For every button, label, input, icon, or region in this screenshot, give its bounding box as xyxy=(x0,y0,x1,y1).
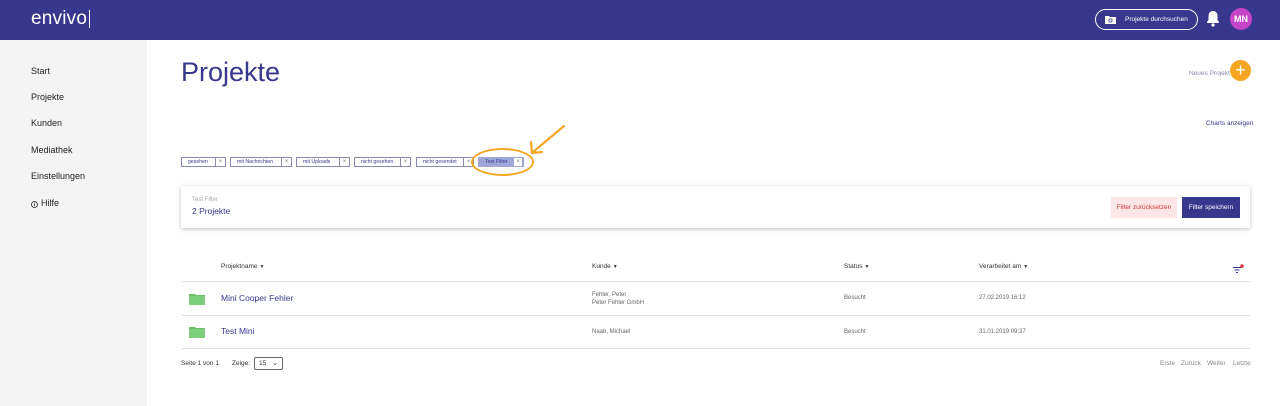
charts-link[interactable]: Charts anzeigen xyxy=(1206,120,1253,127)
row-divider xyxy=(181,281,1250,282)
filter-chip[interactable]: mit Nachrichten × xyxy=(230,157,292,167)
customer-name: Fehler, Peter xyxy=(592,292,627,298)
new-project-button[interactable]: + xyxy=(1230,60,1251,81)
page-info: Seite 1 von 1 xyxy=(181,360,219,367)
chip-label: gesehen xyxy=(188,159,208,165)
chip-label: nicht gesehen xyxy=(361,159,394,165)
column-header-verarbeitet-am[interactable]: Verarbeitet am ▼ xyxy=(979,263,1028,270)
row-divider xyxy=(181,348,1250,349)
sidebar-item-projekte[interactable]: Projekte xyxy=(31,92,64,102)
chip-label: nicht gesendet xyxy=(423,159,457,165)
filter-list-icon[interactable] xyxy=(1232,261,1244,273)
logo[interactable]: envivo xyxy=(31,8,87,30)
sidebar-item-kunden[interactable]: Kunden xyxy=(31,118,62,128)
column-header-projektname[interactable]: Projektname ▼ xyxy=(221,263,264,270)
save-filter-button[interactable]: Filter speichern xyxy=(1182,197,1240,218)
chip-label: mit Nachrichten xyxy=(237,159,274,165)
project-search-label: Projekte durchsuchen xyxy=(1125,16,1188,23)
plus-icon: + xyxy=(1235,60,1246,80)
main-content: Projekte Neues Projekt + Charts anzeigen… xyxy=(147,40,1280,406)
prev-page-link[interactable]: Zurück xyxy=(1181,360,1201,367)
logo-divider xyxy=(89,10,90,28)
customer-name: Naab, Michael xyxy=(592,329,631,335)
sidebar-item-start[interactable]: Start xyxy=(31,66,50,76)
next-page-link[interactable]: Weiter xyxy=(1207,360,1226,367)
column-header-status[interactable]: Status ▼ xyxy=(844,263,869,270)
folder-icon xyxy=(189,292,205,305)
close-icon[interactable]: × xyxy=(339,157,349,167)
first-page-link[interactable]: Erste xyxy=(1160,360,1175,367)
close-icon[interactable]: × xyxy=(400,157,410,167)
bell-icon[interactable] xyxy=(1206,10,1220,27)
page-title: Projekte xyxy=(181,57,281,87)
filter-chip[interactable]: nicht gesendet × xyxy=(416,157,474,167)
project-name-link[interactable]: Test Mini xyxy=(221,326,255,336)
project-name-link[interactable]: Mini Cooper Fehler xyxy=(221,293,293,303)
processed-date: 27.02.2019 16:12 xyxy=(979,295,1026,301)
chip-label: mit Uploads xyxy=(303,159,331,165)
filter-chip[interactable]: nicht gesehen × xyxy=(354,157,411,167)
reset-filter-button[interactable]: Filter zurücksetzen xyxy=(1111,197,1177,218)
column-label: Verarbeitet am xyxy=(979,263,1022,270)
column-label: Projektname xyxy=(221,263,258,270)
page-size-label: Zeige: xyxy=(232,360,251,367)
new-project-label[interactable]: Neues Projekt xyxy=(1189,70,1230,77)
sidebar: Start Projekte Kunden Mediathek Einstell… xyxy=(0,40,147,406)
close-icon[interactable]: × xyxy=(215,157,225,167)
info-icon xyxy=(31,200,38,208)
filter-name: Test Filter xyxy=(192,197,219,203)
folder-icon xyxy=(189,325,205,338)
top-bar: envivo Projekte durchsuchen MN xyxy=(0,0,1280,40)
sidebar-item-hilfe[interactable]: Hilfe xyxy=(31,198,59,208)
project-count: 2 Projekte xyxy=(192,206,231,216)
row-divider xyxy=(181,315,1250,316)
project-search-button[interactable]: Projekte durchsuchen xyxy=(1095,9,1198,30)
caret-down-icon: ▼ xyxy=(612,264,618,270)
highlight-ring xyxy=(471,148,534,176)
caret-down-icon: ▼ xyxy=(259,264,265,270)
filter-card: Test Filter 2 Projekte Filter zurücksetz… xyxy=(181,186,1250,228)
close-icon[interactable]: × xyxy=(281,157,291,167)
status-text: Besucht xyxy=(844,329,866,335)
page-size-select[interactable]: 15 ⌄ xyxy=(254,357,283,370)
page-size-value: 15 xyxy=(259,360,267,367)
caret-down-icon: ▼ xyxy=(864,264,870,270)
sidebar-item-einstellungen[interactable]: Einstellungen xyxy=(31,171,85,181)
last-page-link[interactable]: Letzte xyxy=(1233,360,1251,367)
column-header-kunde[interactable]: Kunde ▼ xyxy=(592,263,618,270)
processed-date: 31.01.2019 09:37 xyxy=(979,329,1026,335)
annotation-arrow-icon xyxy=(529,124,566,155)
filter-chip[interactable]: gesehen × xyxy=(181,157,226,167)
customer-company: Peter Fehler GmbH xyxy=(592,300,645,306)
chevron-down-icon: ⌄ xyxy=(272,360,278,367)
sidebar-item-mediathek[interactable]: Mediathek xyxy=(31,145,73,155)
status-text: Besucht xyxy=(844,295,866,301)
filter-chip[interactable]: mit Uploads × xyxy=(296,157,350,167)
sidebar-item-label: Hilfe xyxy=(41,198,60,208)
column-label: Status xyxy=(844,263,863,270)
column-label: Kunde xyxy=(592,263,611,270)
folder-search-icon xyxy=(1105,15,1116,24)
avatar[interactable]: MN xyxy=(1230,8,1252,30)
caret-down-icon: ▼ xyxy=(1023,264,1029,270)
